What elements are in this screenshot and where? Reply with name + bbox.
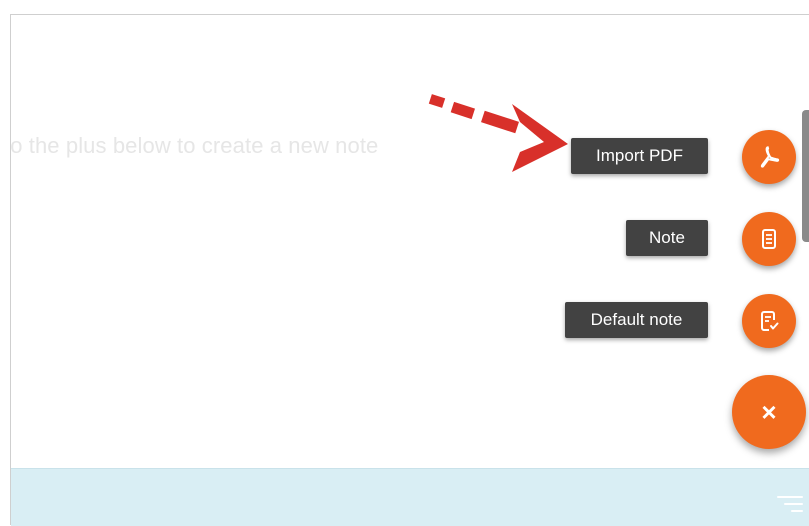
note-button[interactable] <box>742 212 796 266</box>
default-note-check-icon <box>761 311 779 331</box>
empty-state-hint: to the plus below to create a new note <box>11 133 379 158</box>
note-document-icon <box>762 229 776 249</box>
annotation-arrow <box>428 94 568 172</box>
import-pdf-button[interactable] <box>742 130 796 184</box>
note-label[interactable]: Note <box>626 220 708 256</box>
close-icon: × <box>761 397 777 427</box>
close-speed-dial-button[interactable]: × <box>732 375 806 449</box>
scrollbar[interactable] <box>802 110 809 242</box>
import-pdf-label[interactable]: Import PDF <box>571 138 708 174</box>
sort-icon[interactable] <box>777 494 803 514</box>
pdf-icon <box>760 146 780 168</box>
bottom-bar <box>11 468 809 526</box>
default-note-button[interactable] <box>742 294 796 348</box>
window-left-border <box>0 14 11 525</box>
default-note-label[interactable]: Default note <box>565 302 708 338</box>
window-top-border <box>0 0 809 15</box>
